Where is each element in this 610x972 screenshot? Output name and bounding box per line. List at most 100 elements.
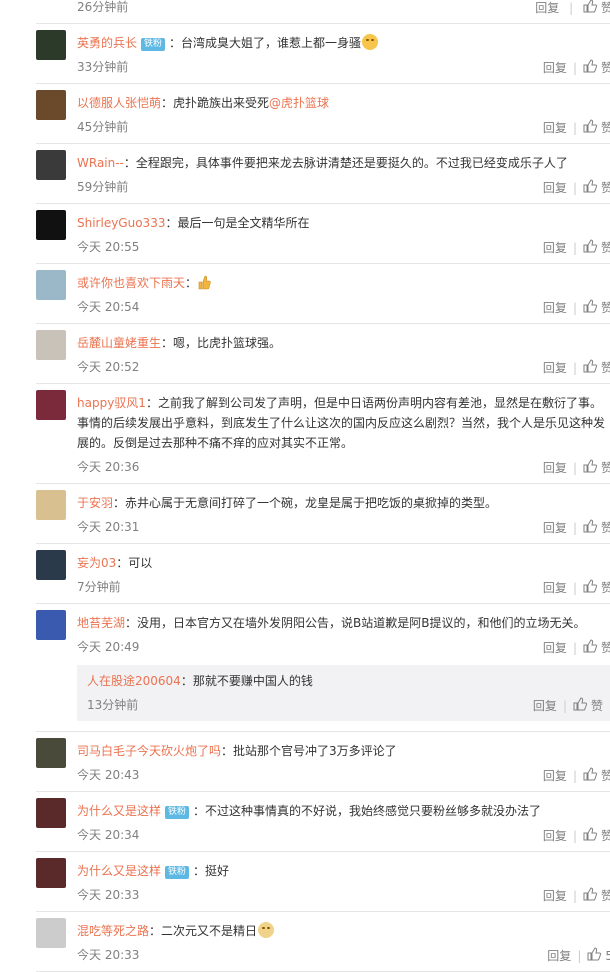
thumbs-up-icon xyxy=(583,179,598,193)
like-button[interactable]: 赞 xyxy=(583,765,610,786)
thumbs-up-icon xyxy=(587,947,602,961)
fan-badge[interactable]: 铁粉 xyxy=(165,806,190,819)
comment-time: 今天 20:33 xyxy=(77,948,140,962)
avatar[interactable] xyxy=(36,858,66,888)
like-button[interactable]: 赞 xyxy=(583,237,610,258)
comment-item: 妄为03：可以 7分钟前 回复 | 赞 xyxy=(36,544,610,604)
like-button[interactable]: 赞 xyxy=(583,825,610,846)
comment-text: ： xyxy=(185,276,198,290)
avatar[interactable] xyxy=(36,550,66,580)
like-button[interactable]: 赞 xyxy=(583,357,610,378)
reply-button[interactable]: 回复 xyxy=(533,696,557,716)
comment-meta: 今天 20:31 回复 | 赞 xyxy=(77,517,610,537)
comment-actions: 回复 | 赞 xyxy=(535,0,610,17)
like-button[interactable]: 赞 xyxy=(583,117,610,138)
like-button[interactable]: 赞 xyxy=(583,297,610,318)
like-label: 赞 xyxy=(600,300,610,315)
avatar[interactable] xyxy=(36,90,66,120)
comment-time: 今天 20:33 xyxy=(77,888,140,902)
avatar[interactable] xyxy=(36,798,66,828)
reply-button[interactable]: 回复 xyxy=(547,946,571,966)
like-button[interactable]: 5 xyxy=(587,945,610,966)
comment-text: ：可以 xyxy=(116,556,153,570)
like-button[interactable]: 赞 xyxy=(583,177,610,198)
like-label: 赞 xyxy=(600,460,610,475)
reply-button[interactable]: 回复 xyxy=(543,238,567,258)
reply-button[interactable]: 回复 xyxy=(543,766,567,786)
comment-actions: 回复 | 赞 xyxy=(543,517,610,537)
reply-button[interactable]: 回复 xyxy=(543,58,567,78)
action-separator: | xyxy=(572,640,577,655)
reply-button[interactable]: 回复 xyxy=(535,0,559,18)
avatar[interactable] xyxy=(36,490,66,520)
comment-time: 今天 20:31 xyxy=(77,520,140,534)
reply-button[interactable]: 回复 xyxy=(543,118,567,138)
like-button[interactable]: 赞 xyxy=(583,637,610,658)
action-separator: | xyxy=(572,180,577,195)
avatar[interactable] xyxy=(36,738,66,768)
like-button[interactable]: 赞 xyxy=(583,457,610,478)
reply-button[interactable]: 回复 xyxy=(543,886,567,906)
reply-button[interactable]: 回复 xyxy=(543,358,567,378)
username-link[interactable]: 为什么又是这样 xyxy=(77,804,161,818)
like-button[interactable]: 赞 xyxy=(583,0,610,18)
action-separator: | xyxy=(572,460,577,475)
username-link[interactable]: 或许你也喜欢下雨天 xyxy=(77,276,185,290)
reply-button[interactable]: 回复 xyxy=(543,578,567,598)
username-link[interactable]: 为什么又是这样 xyxy=(77,864,161,878)
avatar[interactable] xyxy=(36,610,66,640)
comment-content: 或许你也喜欢下雨天： xyxy=(77,273,610,293)
reply-button[interactable]: 回复 xyxy=(543,298,567,318)
like-button[interactable]: 赞 xyxy=(583,885,610,906)
reply-button[interactable]: 回复 xyxy=(543,458,567,478)
comment-actions: 回复 | 赞 xyxy=(543,885,610,905)
username-link[interactable]: 以德服人张恺萌 xyxy=(77,96,161,110)
comment-text: ：台湾成臭大姐了，谁惹上都一身骚 xyxy=(169,36,362,50)
username-link[interactable]: 妄为03 xyxy=(77,556,116,570)
reply-username-link[interactable]: 人在股途200604 xyxy=(87,674,181,688)
fan-badge[interactable]: 铁粉 xyxy=(165,866,190,879)
comment-meta: 今天 20:43 回复 | 赞 xyxy=(77,765,610,785)
username-link[interactable]: 于安羽 xyxy=(77,496,113,510)
reply-button[interactable]: 回复 xyxy=(543,178,567,198)
comment-item: 为什么又是这样 铁粉 ：不过这种事情真的不好说，我始终感觉只要粉丝够多就没办法了 今天… xyxy=(36,792,610,852)
avatar[interactable] xyxy=(36,30,66,60)
username-link[interactable]: 司马白毛子今天砍火炮了吗 xyxy=(77,744,221,758)
username-link[interactable]: WRain-- xyxy=(77,156,124,170)
avatar[interactable] xyxy=(36,390,66,420)
comment-actions: 回复 | 赞 xyxy=(543,457,610,477)
avatar[interactable] xyxy=(36,270,66,300)
like-button[interactable]: 赞 xyxy=(583,57,610,78)
like-button[interactable]: 赞 xyxy=(583,577,610,598)
avatar[interactable] xyxy=(36,210,66,240)
comment-actions: 回复 | 赞 xyxy=(543,297,610,317)
thumbs-up-icon xyxy=(583,827,598,841)
username-link[interactable]: 混吃等死之路 xyxy=(77,924,149,938)
comment-time: 59分钟前 xyxy=(77,180,129,194)
avatar[interactable] xyxy=(36,330,66,360)
like-button[interactable]: 赞 xyxy=(583,517,610,538)
username-link[interactable]: happy驭风1 xyxy=(77,396,146,410)
username-link[interactable]: 地苔芜湖 xyxy=(77,616,125,630)
comment-item: ShirleyGuo333：最后一句是全文精华所在 今天 20:55 回复 | 赞 xyxy=(36,204,610,264)
reply-button[interactable]: 回复 xyxy=(543,826,567,846)
mention-link[interactable]: @虎扑篮球 xyxy=(269,96,329,110)
reply-button[interactable]: 回复 xyxy=(543,638,567,658)
comment-text: ：虎扑跪族出来受死 xyxy=(161,96,270,110)
comment-text: ：之前我了解到公司发了声明，但是中日语两份声明内容有差池，显然是在敷衍了事。事情… xyxy=(77,396,606,450)
comment-text: ：二次元又不是精日 xyxy=(149,924,258,938)
username-link[interactable]: 英勇的兵长 xyxy=(77,36,137,50)
avatar[interactable] xyxy=(36,150,66,180)
like-button[interactable]: 赞 xyxy=(573,695,603,716)
username-link[interactable]: 岳麓山童姥重生 xyxy=(77,336,161,350)
avatar[interactable] xyxy=(36,918,66,948)
action-separator: | xyxy=(572,60,577,75)
action-separator: | xyxy=(572,240,577,255)
reply-button[interactable]: 回复 xyxy=(543,518,567,538)
thumbs-up-icon xyxy=(583,579,598,593)
fan-badge[interactable]: 铁粉 xyxy=(141,38,166,51)
comment-meta: 今天 20:36 回复 | 赞 xyxy=(77,457,610,477)
comment-meta: 59分钟前 回复 | 赞 xyxy=(77,177,610,197)
username-link[interactable]: ShirleyGuo333 xyxy=(77,216,165,230)
comment-content: 司马白毛子今天砍火炮了吗：批站那个官号冲了3万多评论了 xyxy=(77,741,610,761)
